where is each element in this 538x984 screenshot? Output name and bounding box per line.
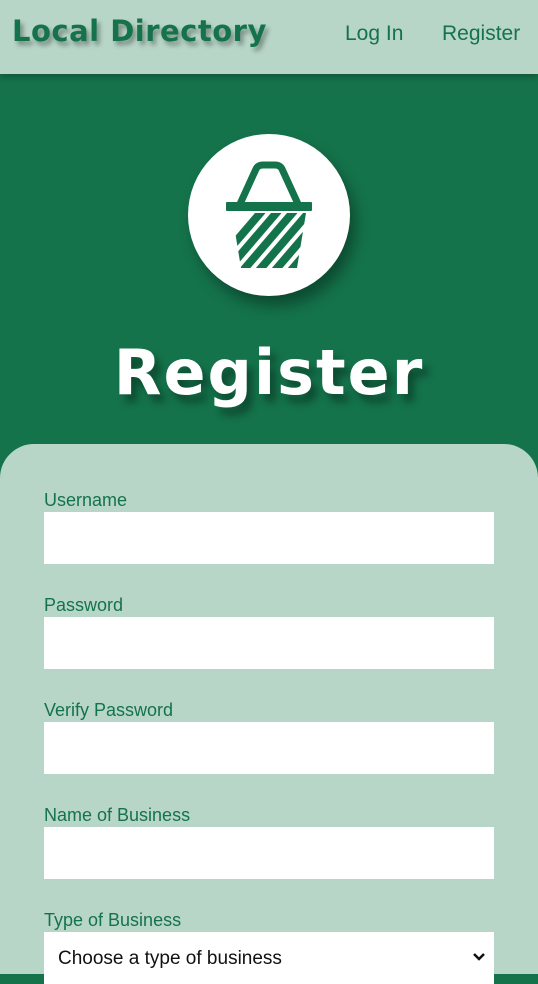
business-type-label: Type of Business (44, 910, 182, 930)
verify-password-field[interactable] (44, 722, 494, 774)
nav-register-link[interactable]: Register (442, 22, 520, 46)
business-type-selected-value: Choose a type of business (58, 948, 282, 969)
top-nav-bar: Local Directory Log In Register (0, 0, 538, 74)
username-label: Username (44, 490, 128, 510)
business-type-select[interactable]: Choose a type of business (44, 932, 494, 984)
nav-login-link[interactable]: Log In (345, 22, 403, 46)
password-label: Password (44, 595, 124, 615)
business-name-field[interactable] (44, 827, 494, 879)
brand-logo-text[interactable]: Local Directory (12, 14, 267, 48)
basket-icon (188, 134, 350, 296)
hero-section: Register (0, 74, 538, 454)
verify-password-label: Verify Password (44, 700, 174, 720)
register-form: Username Password Verify Password Name o… (0, 444, 538, 984)
password-field[interactable] (44, 617, 494, 669)
business-name-label: Name of Business (44, 805, 191, 825)
page-title: Register (113, 336, 425, 409)
chevron-down-icon (473, 953, 485, 961)
username-field[interactable] (44, 512, 494, 564)
